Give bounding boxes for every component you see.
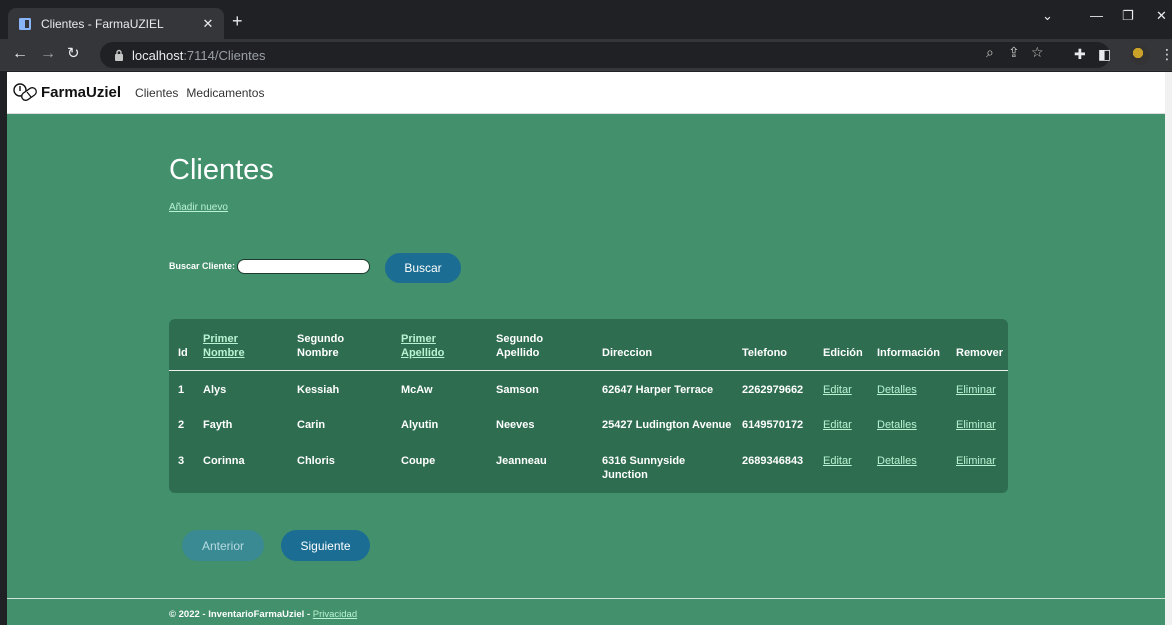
header-id: Id <box>169 319 203 371</box>
cell-id: 3 <box>178 455 185 467</box>
header-primer-apellido[interactable]: Primer Apellido <box>401 319 496 371</box>
cell-telefono: 2262979662 <box>742 383 804 396</box>
profile-avatar[interactable] <box>1130 45 1150 65</box>
tab-search-chevron-icon[interactable]: ⌄ <box>1042 8 1053 24</box>
cell-primer-nombre: Corinna <box>203 455 245 467</box>
restore-window-icon[interactable]: ❐ <box>1122 8 1134 24</box>
footer-text: © 2022 - InventarioFarmaUziel - <box>169 609 313 620</box>
extensions-puzzle-icon[interactable]: ✚ <box>1074 46 1086 63</box>
search-client-input[interactable] <box>237 259 370 274</box>
details-link[interactable]: Detalles <box>877 455 917 467</box>
cell-primer-nombre: Fayth <box>203 419 233 431</box>
header-remover: Remover <box>956 319 1008 371</box>
search-label: Buscar Cliente: <box>169 261 236 271</box>
browser-menu-icon[interactable]: ⋮ <box>1160 46 1172 63</box>
add-new-link[interactable]: Añadir nuevo <box>169 202 228 213</box>
url-host: localhost <box>132 47 184 63</box>
app-navbar: FarmaUziel Clientes Medicamentos <box>7 72 1172 114</box>
header-telefono: Telefono <box>742 319 823 371</box>
table-row: 1 Alys Kessiah McAw Samson 62647 Harper … <box>169 370 1008 406</box>
cell-telefono: 2689346843 <box>742 455 804 467</box>
header-informacion: Información <box>877 319 956 371</box>
cell-segundo-nombre: Chloris <box>297 455 335 467</box>
page-icon <box>19 17 31 30</box>
address-bar[interactable]: localhost:7114/Clientes <box>100 42 1110 68</box>
minimize-icon[interactable]: — <box>1090 8 1103 23</box>
cell-primer-apellido: Alyutin <box>401 419 439 431</box>
delete-link[interactable]: Eliminar <box>956 455 996 467</box>
table-row: 3 Corinna Chloris Coupe Jeanneau 6316 Su… <box>169 442 1008 492</box>
table-header-row: Id Primer Nombre Segundo Nombre Primer Apel… <box>169 319 1008 371</box>
cell-direccion: 6316 Sunnyside Junction <box>602 455 686 481</box>
footer-divider <box>7 598 1172 599</box>
browser-titlebar: Clientes - FarmaUZIEL ✕ + ⌄ — ❐ ✕ <box>0 0 1172 39</box>
zoom-icon[interactable]: ⌕ <box>986 44 994 61</box>
cell-primer-nombre: Alys <box>203 383 227 396</box>
tab-title: Clientes - FarmaUZIEL <box>41 16 164 31</box>
brand-name: FarmaUziel <box>41 84 122 101</box>
browser-toolbar: ← → ↻ localhost:7114/Clientes ⌕ ⇪ ☆ ✚ ◧ … <box>0 39 1172 71</box>
table-row: 2 Fayth Carin Alyutin Neeves 25427 Ludin… <box>169 406 1008 442</box>
cell-telefono: 6149570172 <box>742 419 804 431</box>
forward-arrow-icon[interactable]: → <box>40 45 56 63</box>
cell-segundo-nombre: Carin <box>297 419 326 431</box>
header-primer-nombre[interactable]: Primer Nombre <box>203 319 297 371</box>
page-scrollbar[interactable] <box>1165 72 1172 625</box>
cell-direccion: 62647 Harper Terrace <box>602 383 714 396</box>
delete-link[interactable]: Eliminar <box>956 419 996 431</box>
delete-link[interactable]: Eliminar <box>956 384 996 396</box>
lock-icon <box>115 49 123 61</box>
reload-icon[interactable]: ↻ <box>67 45 80 63</box>
details-link[interactable]: Detalles <box>877 419 917 431</box>
header-edicion: Edición <box>823 319 877 371</box>
header-direccion: Direccion <box>602 319 742 371</box>
next-page-button[interactable]: Siguiente <box>281 530 370 561</box>
edit-link[interactable]: Editar <box>823 384 852 396</box>
pill-logo-icon <box>13 82 37 101</box>
cell-primer-apellido: Coupe <box>401 455 436 467</box>
privacy-link[interactable]: Privacidad <box>313 609 357 620</box>
cell-segundo-apellido: Samson <box>496 383 539 396</box>
nav-link-medicamentos[interactable]: Medicamentos <box>186 86 264 100</box>
clients-table-card: Id Primer Nombre Segundo Nombre Primer Apel… <box>169 319 1008 493</box>
cell-primer-apellido: McAw <box>401 383 433 396</box>
details-link[interactable]: Detalles <box>877 384 917 396</box>
header-segundo-nombre: Segundo Nombre <box>297 319 401 371</box>
sort-primer-nombre-link[interactable]: Primer Nombre <box>203 333 245 359</box>
cell-direccion: 25427 Ludington Avenue <box>602 419 732 431</box>
page-title: Clientes <box>169 154 274 186</box>
back-arrow-icon[interactable]: ← <box>12 45 28 63</box>
side-panel-icon[interactable]: ◧ <box>1098 46 1111 63</box>
close-tab-icon[interactable]: ✕ <box>200 16 216 32</box>
edit-link[interactable]: Editar <box>823 419 852 431</box>
bookmark-star-icon[interactable]: ☆ <box>1031 44 1044 61</box>
page-viewport: FarmaUziel Clientes Medicamentos Cliente… <box>7 72 1172 625</box>
edit-link[interactable]: Editar <box>823 455 852 467</box>
search-button[interactable]: Buscar <box>385 253 461 283</box>
browser-tab-active[interactable]: Clientes - FarmaUZIEL ✕ <box>8 8 224 39</box>
nav-link-clientes[interactable]: Clientes <box>135 86 178 100</box>
clients-table: Id Primer Nombre Segundo Nombre Primer Apel… <box>169 319 1008 492</box>
cell-id: 1 <box>178 383 185 396</box>
sort-primer-apellido-link[interactable]: Primer Apellido <box>401 333 444 359</box>
close-window-icon[interactable]: ✕ <box>1156 8 1167 24</box>
new-tab-icon[interactable]: + <box>232 12 243 30</box>
previous-page-button[interactable]: Anterior <box>182 530 264 561</box>
header-segundo-apellido: Segundo Apellido <box>496 319 602 371</box>
cell-id: 2 <box>178 419 185 431</box>
url-path: :7114/Clientes <box>183 47 266 63</box>
share-icon[interactable]: ⇪ <box>1008 44 1020 61</box>
brand-link[interactable]: FarmaUziel <box>13 82 121 104</box>
cell-segundo-nombre: Kessiah <box>297 383 340 396</box>
footer: © 2022 - InventarioFarmaUziel - Privacid… <box>169 609 357 620</box>
cell-segundo-apellido: Neeves <box>496 419 535 431</box>
cell-segundo-apellido: Jeanneau <box>496 455 547 467</box>
